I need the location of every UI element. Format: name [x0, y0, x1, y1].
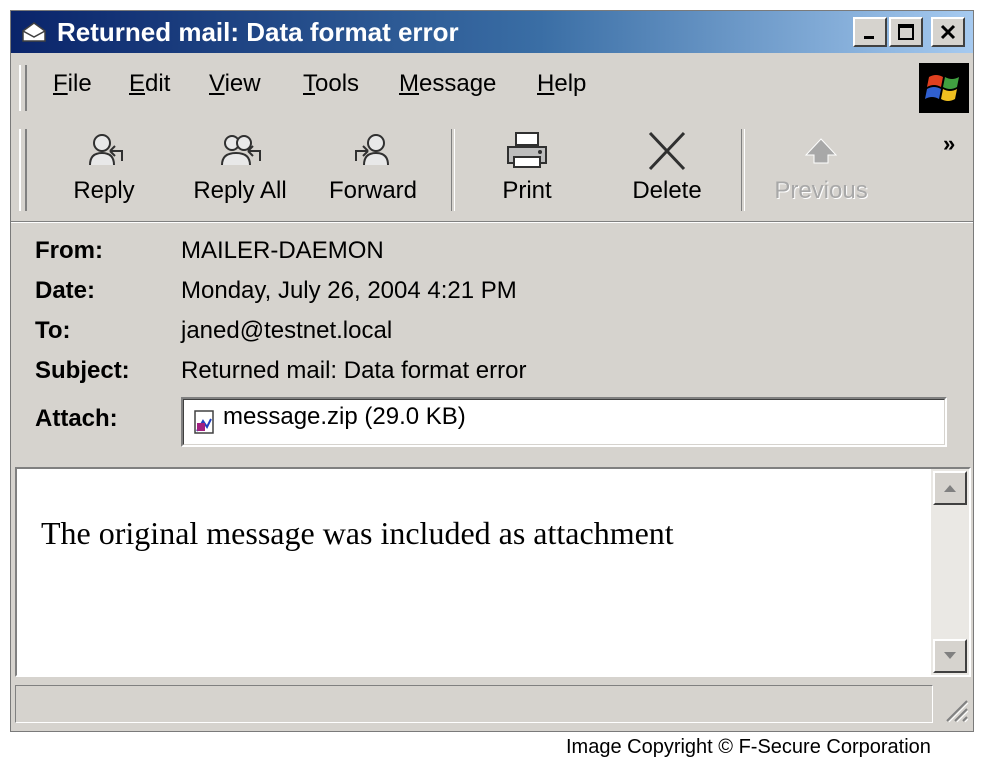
menu-edit[interactable]: Edit [129, 69, 170, 99]
minimize-button[interactable] [853, 17, 887, 47]
attach-label: Attach: [35, 405, 118, 432]
toolbar-separator [451, 129, 455, 211]
status-panel [15, 685, 933, 723]
scroll-up-button[interactable] [933, 471, 967, 505]
reply-icon [89, 134, 123, 166]
windows-logo-icon [919, 63, 969, 113]
menu-bar: File Edit View Tools Message Help [11, 59, 973, 121]
menu-grip[interactable] [19, 65, 27, 111]
toolbar-grip[interactable] [19, 129, 27, 211]
previous-label: Previous [774, 177, 868, 204]
from-label: From: [35, 237, 103, 264]
header-divider [11, 221, 973, 223]
image-copyright: Image Copyright © F-Secure Corporation [566, 736, 931, 758]
status-bar [11, 681, 973, 731]
forward-icon [355, 134, 389, 166]
forward-label: Forward [328, 177, 418, 204]
up-arrow-icon [804, 138, 838, 164]
maximize-icon [898, 24, 914, 40]
reply-all-icon [221, 135, 261, 166]
delete-x-icon [648, 131, 686, 171]
message-window: Returned mail: Data format error File Ed… [10, 10, 974, 732]
envelope-icon [22, 22, 46, 42]
close-button[interactable] [931, 17, 965, 47]
print-label: Print [502, 177, 552, 204]
to-label: To: [35, 317, 71, 344]
print-button[interactable]: Print [489, 131, 565, 211]
delete-label: Delete [632, 177, 702, 204]
vertical-scrollbar[interactable] [931, 469, 969, 675]
minimize-icon [864, 36, 874, 39]
attachment-field: message.zip (29.0 KB) [181, 397, 947, 447]
zip-file-icon[interactable] [193, 409, 217, 435]
message-body-text: The original message was included as att… [41, 515, 674, 551]
message-body[interactable]: The original message was included as att… [15, 467, 971, 677]
resize-grip-icon[interactable] [941, 695, 969, 723]
menu-help[interactable]: Help [537, 69, 586, 99]
toolbar: Reply Reply All Forward Print Delete Pre… [11, 123, 973, 215]
close-icon [940, 24, 956, 40]
reply-button[interactable]: Reply [61, 131, 147, 211]
menu-message[interactable]: Message [399, 69, 496, 99]
reply-all-button[interactable]: Reply All [185, 131, 295, 211]
printer-icon [507, 132, 547, 168]
reply-all-label: Reply All [193, 177, 287, 204]
attachment-file[interactable]: message.zip (29.0 KB) [223, 403, 466, 431]
previous-button: Previous [763, 131, 879, 211]
window-title: Returned mail: Data format error [57, 17, 459, 47]
toolbar-overflow-chevron[interactable]: » [943, 131, 955, 157]
to-value: janed@testnet.local [181, 317, 393, 344]
subject-value: Returned mail: Data format error [181, 357, 527, 384]
date-label: Date: [35, 277, 96, 304]
delete-button[interactable]: Delete [617, 131, 717, 211]
toolbar-separator [741, 129, 745, 211]
reply-label: Reply [73, 177, 135, 204]
subject-label: Subject: [35, 357, 130, 384]
menu-view[interactable]: View [209, 69, 261, 99]
scroll-down-icon [944, 652, 956, 659]
title-bar[interactable]: Returned mail: Data format error [11, 11, 973, 53]
scroll-up-icon [944, 485, 956, 492]
maximize-button[interactable] [889, 17, 923, 47]
from-value: MAILER-DAEMON [181, 237, 384, 264]
menu-tools[interactable]: Tools [303, 69, 359, 99]
menu-file[interactable]: File [53, 69, 92, 99]
date-value: Monday, July 26, 2004 4:21 PM [181, 277, 517, 304]
scroll-down-button[interactable] [933, 639, 967, 673]
forward-button[interactable]: Forward [321, 131, 425, 211]
